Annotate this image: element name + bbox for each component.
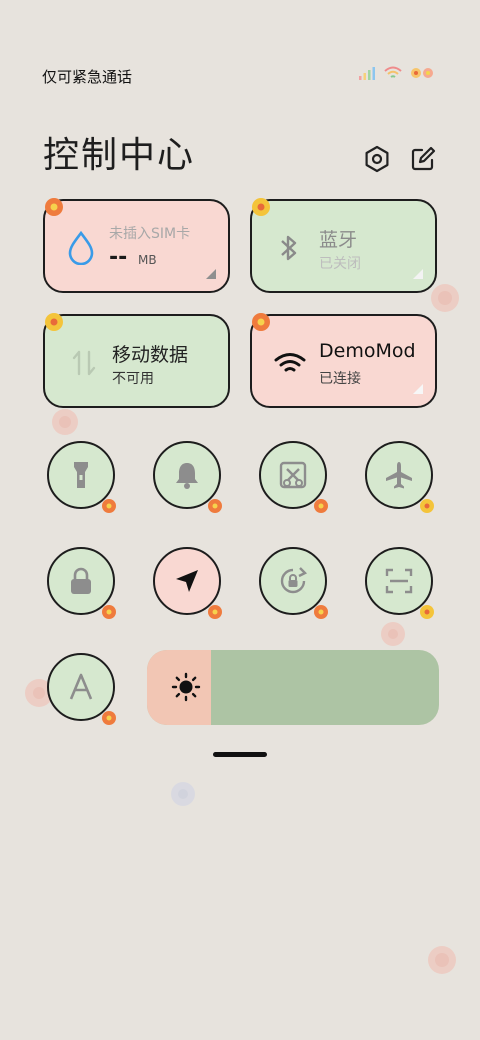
font-size-toggle[interactable]	[47, 653, 116, 725]
water-drop-icon	[68, 231, 94, 265]
scan-toggle[interactable]	[365, 547, 434, 619]
bluetooth-tile[interactable]: 蓝牙 已关闭	[250, 199, 437, 293]
sun-icon	[171, 672, 201, 702]
flower-decoration-icon	[102, 605, 116, 619]
flower-decoration-icon	[411, 68, 433, 78]
edit-button[interactable]	[408, 144, 438, 174]
flashlight-toggle[interactable]	[47, 441, 116, 513]
scan-icon	[385, 568, 413, 594]
rose-decoration-icon	[171, 782, 195, 806]
flower-decoration-icon	[45, 198, 63, 216]
expand-corner-icon[interactable]	[206, 269, 216, 279]
airplane-icon	[386, 462, 412, 489]
flower-decoration-icon	[420, 605, 434, 619]
wifi-icon	[384, 66, 402, 78]
flower-decoration-icon	[252, 198, 270, 216]
location-toggle[interactable]	[153, 547, 222, 619]
status-carrier-text: 仅可紧急通话	[42, 68, 133, 86]
data-usage-tile[interactable]: 未插入SIM卡 -- MB	[43, 199, 230, 293]
flower-decoration-icon	[102, 499, 116, 513]
wifi-status: 已连接	[319, 371, 361, 387]
signal-icon	[359, 67, 375, 80]
page-title: 控制中心	[43, 135, 196, 176]
flower-decoration-icon	[102, 711, 116, 725]
data-usage-value: --	[109, 245, 128, 270]
screenshot-icon	[279, 461, 307, 489]
rotation-lock-toggle[interactable]	[259, 547, 328, 619]
sim-status-label: 未插入SIM卡	[109, 226, 191, 242]
mobile-data-label: 移动数据	[112, 344, 189, 366]
flower-decoration-icon	[314, 605, 328, 619]
bluetooth-icon	[281, 235, 297, 261]
brightness-slider[interactable]	[147, 650, 439, 725]
flower-decoration-icon	[208, 499, 222, 513]
wifi-network-name: DemoMod	[319, 340, 416, 362]
rose-decoration-icon	[428, 946, 456, 974]
rose-decoration-icon	[381, 622, 405, 646]
screenshot-toggle[interactable]	[259, 441, 328, 513]
wifi-tile[interactable]: DemoMod 已连接	[250, 314, 437, 408]
status-icons	[358, 66, 436, 80]
settings-icon	[365, 145, 389, 173]
mobile-data-arrows-icon	[72, 350, 96, 376]
flower-decoration-icon	[420, 499, 434, 513]
bluetooth-label: 蓝牙	[319, 229, 358, 251]
expand-corner-icon[interactable]	[413, 384, 423, 394]
mobile-data-tile[interactable]: 移动数据 不可用	[43, 314, 230, 408]
edit-icon	[411, 146, 436, 171]
lock-icon	[71, 567, 91, 594]
flower-decoration-icon	[314, 499, 328, 513]
dismiss-handle[interactable]	[213, 752, 267, 757]
font-a-icon	[69, 673, 93, 700]
data-usage-unit: MB	[138, 253, 157, 267]
rose-decoration-icon	[52, 409, 78, 435]
settings-button[interactable]	[362, 144, 392, 174]
bluetooth-status: 已关闭	[319, 256, 361, 272]
lock-screen-toggle[interactable]	[47, 547, 116, 619]
rose-decoration-icon	[431, 284, 459, 312]
silent-toggle[interactable]	[153, 441, 222, 513]
rotation-lock-icon	[280, 567, 308, 594]
flower-decoration-icon	[252, 313, 270, 331]
flower-decoration-icon	[45, 313, 63, 331]
airplane-mode-toggle[interactable]	[365, 441, 434, 513]
mobile-data-status: 不可用	[112, 371, 154, 387]
flower-decoration-icon	[208, 605, 222, 619]
bell-icon	[176, 463, 198, 489]
expand-corner-icon[interactable]	[413, 269, 423, 279]
location-icon	[176, 570, 198, 592]
wifi-icon	[274, 353, 306, 372]
flashlight-icon	[74, 462, 88, 488]
